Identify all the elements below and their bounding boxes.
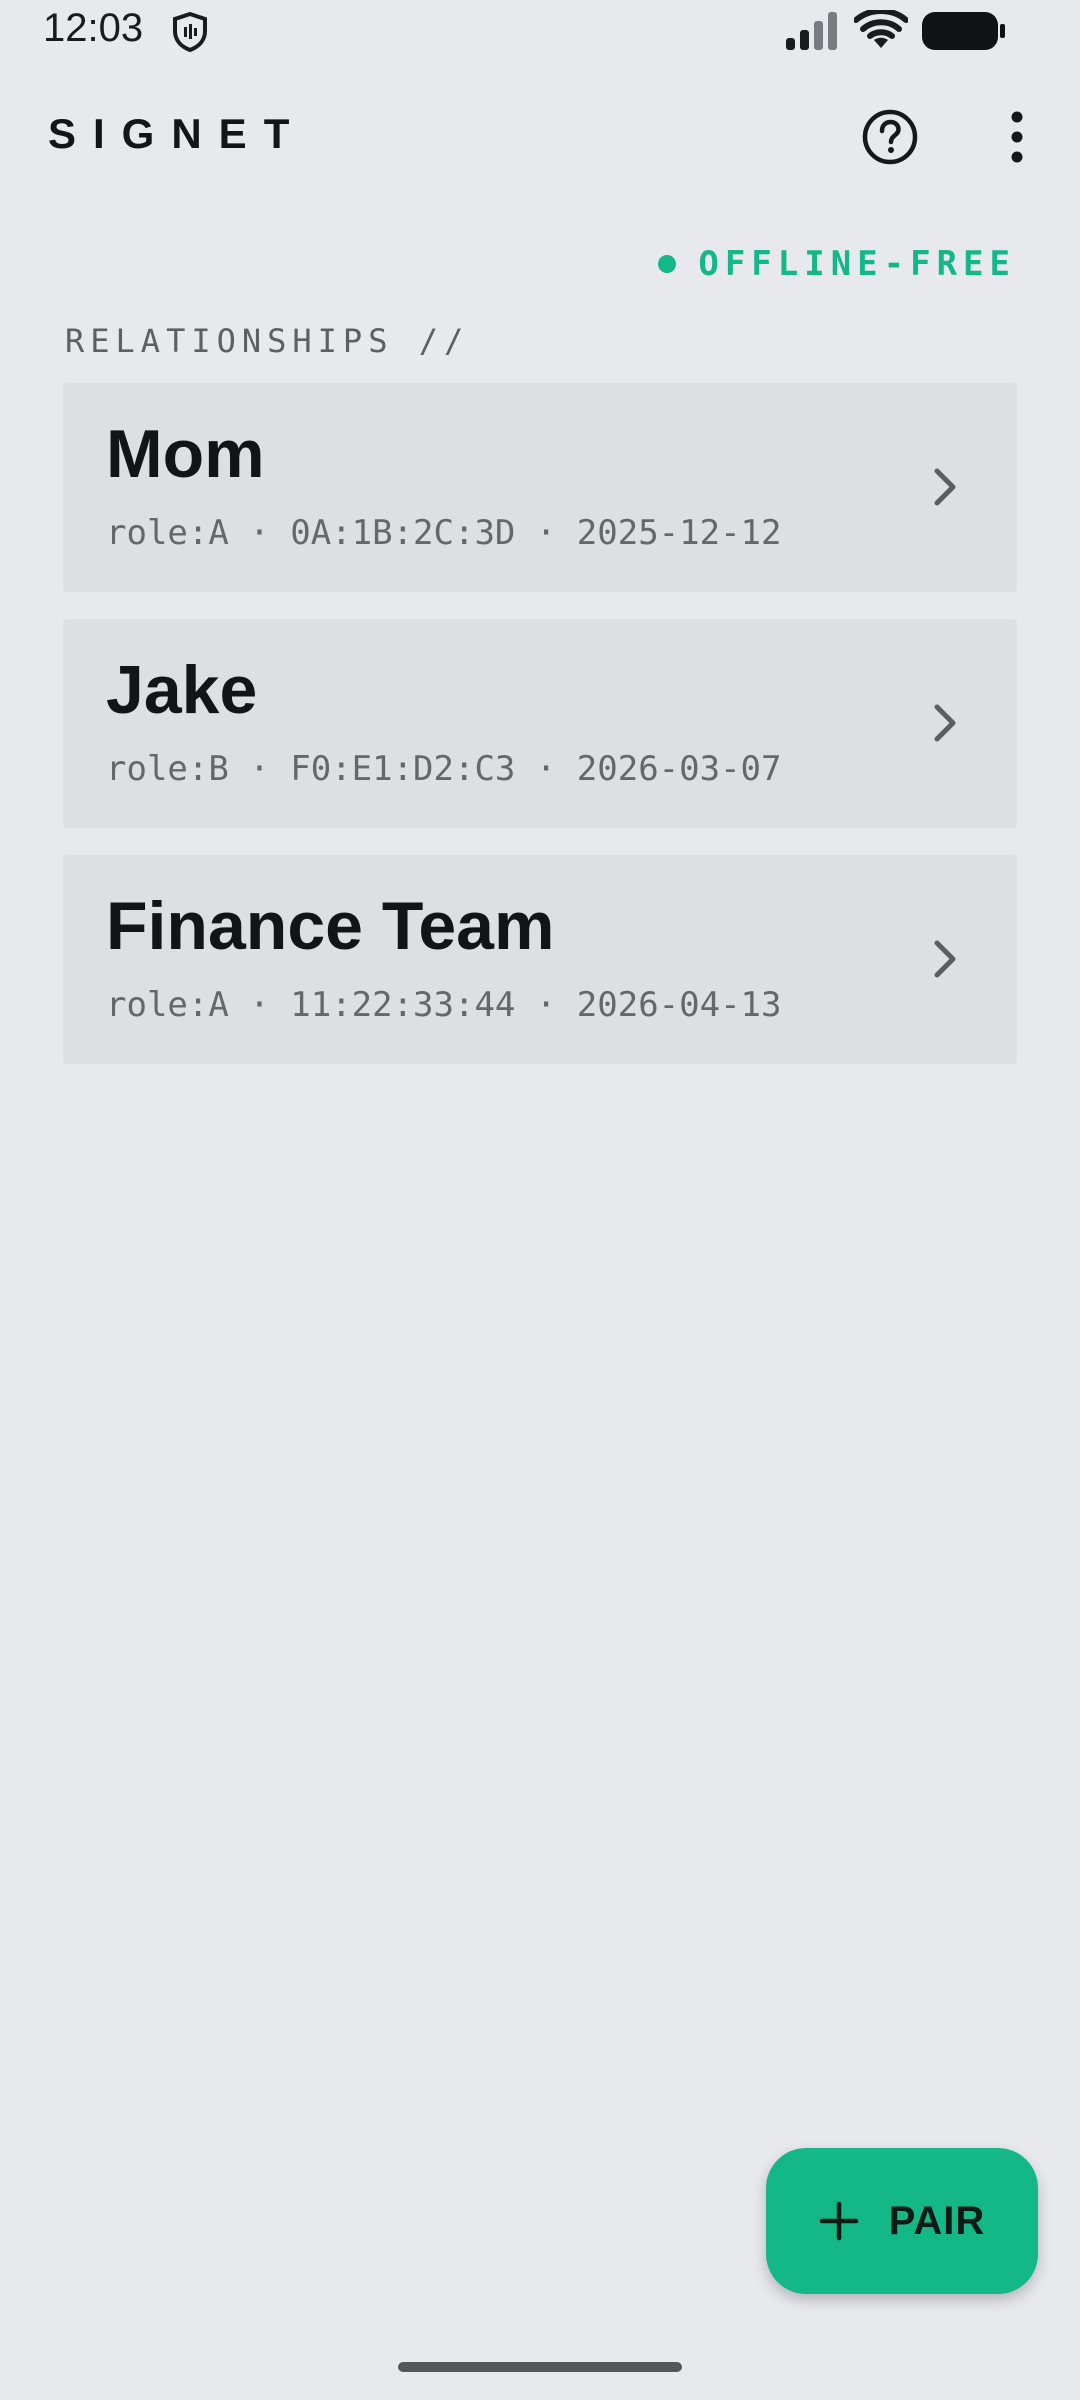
relationship-item-mom[interactable]: Mom role:A · 0A:1B:2C:3D · 2025-12-12 [63,383,1017,592]
relationship-item-finance-team[interactable]: Finance Team role:A · 11:22:33:44 · 2026… [63,855,1017,1064]
chevron-right-icon [934,704,956,742]
shield-icon [173,12,207,52]
home-indicator[interactable] [398,2362,682,2372]
battery-icon [922,12,1005,50]
connection-status-label: OFFLINE-FREE [698,244,1016,284]
app-title: SIGNET [48,110,307,157]
relationship-meta: role:B · F0:E1:D2:C3 · 2026-03-07 [106,749,782,789]
chevron-right-icon [934,468,956,506]
chevron-right-icon [934,940,956,978]
relationship-meta: role:A · 11:22:33:44 · 2026-04-13 [106,985,782,1025]
plus-icon [819,2201,858,2241]
status-bar: 12:03 [0,0,1080,64]
relationship-meta: role:A · 0A:1B:2C:3D · 2025-12-12 [106,513,782,553]
relationship-name: Finance Team [106,888,555,964]
more-options-icon[interactable] [1000,108,1034,168]
pair-button-label: PAIR [888,2198,986,2243]
pair-button[interactable]: PAIR [766,2148,1038,2294]
section-heading: RELATIONSHIPS // [65,322,470,360]
wifi-icon [854,10,908,48]
status-time: 12:03 [43,6,144,50]
signal-icon [786,12,837,50]
relationship-item-jake[interactable]: Jake role:B · F0:E1:D2:C3 · 2026-03-07 [63,619,1017,828]
connection-status: OFFLINE-FREE [658,244,1016,284]
relationship-name: Mom [106,416,265,492]
status-dot-icon [658,255,677,273]
relationship-list: Mom role:A · 0A:1B:2C:3D · 2025-12-12 Ja… [63,383,1017,1091]
help-icon[interactable] [860,107,920,167]
relationship-name: Jake [106,652,258,728]
